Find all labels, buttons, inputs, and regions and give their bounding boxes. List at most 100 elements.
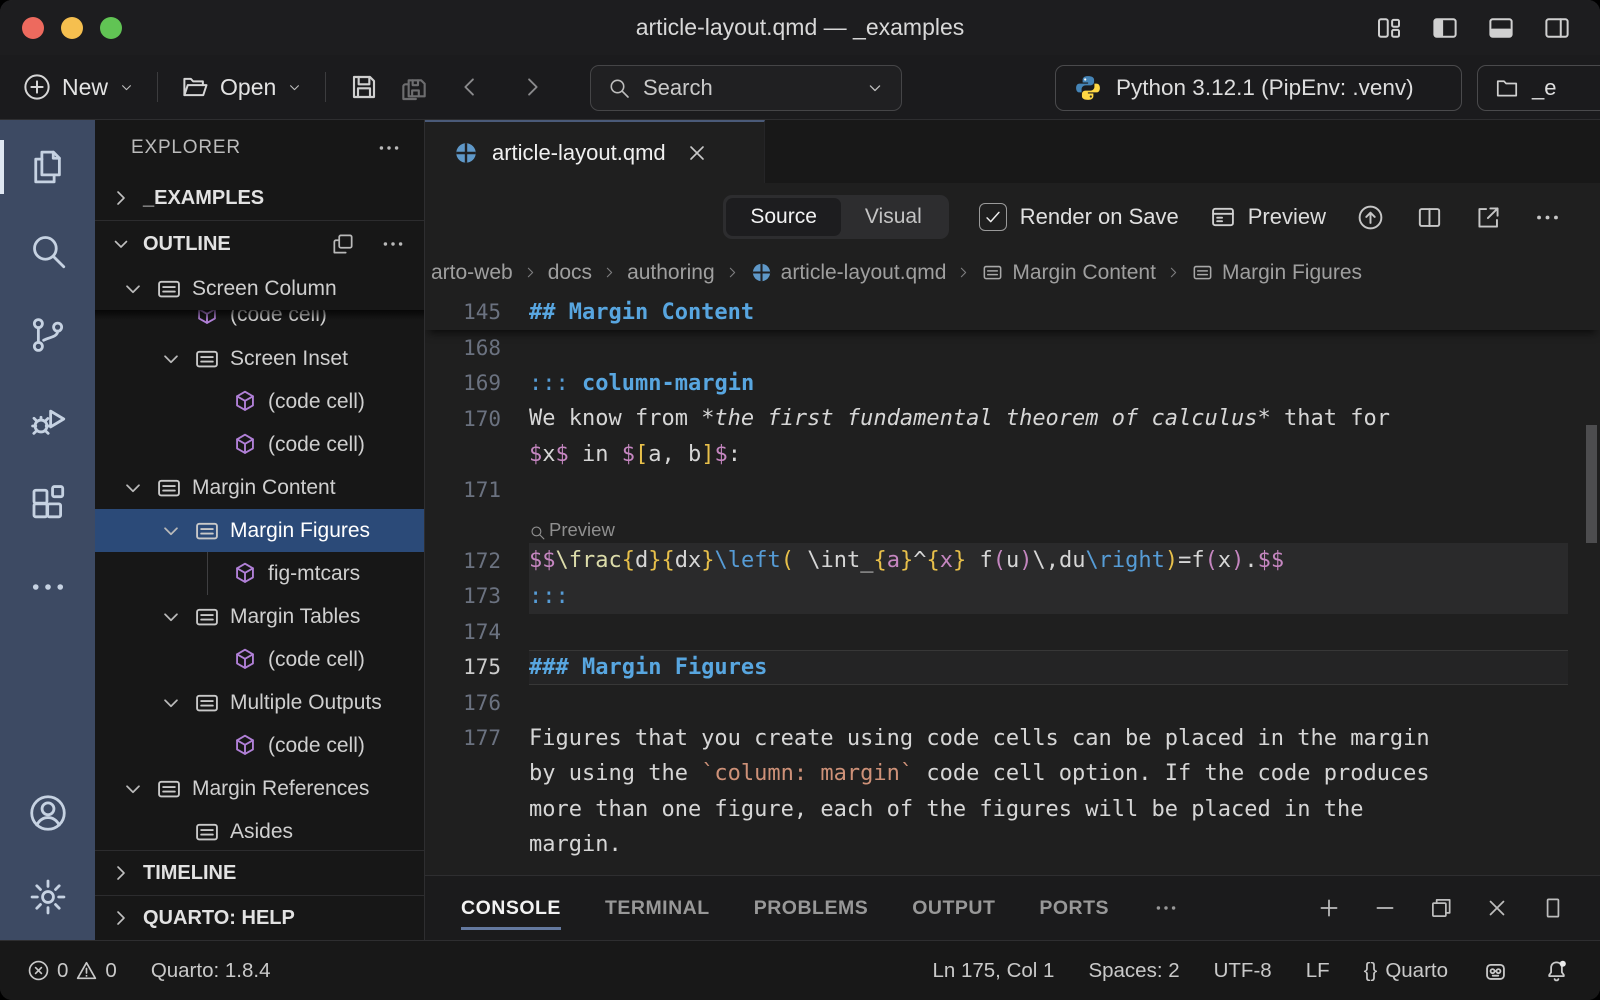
eol-status[interactable]: LF <box>1306 959 1330 983</box>
outline-item-margin-content[interactable]: Margin Content <box>95 466 424 509</box>
editor-scrollbar[interactable] <box>1586 425 1597 543</box>
breadcrumb-label: docs <box>548 261 592 285</box>
extensions-icon[interactable] <box>0 474 95 532</box>
maximize-panel-icon[interactable] <box>1540 895 1566 921</box>
preview-button[interactable]: Preview <box>1209 203 1326 231</box>
notifications-bell-icon[interactable] <box>1543 957 1570 984</box>
close-panel-icon[interactable] <box>1484 895 1510 921</box>
more-actions-icon[interactable] <box>380 231 406 257</box>
panel-tab-problems[interactable]: PROBLEMS <box>754 897 869 920</box>
more-panel-tabs-icon[interactable] <box>1153 895 1179 921</box>
bottom-panel: CONSOLE TERMINAL PROBLEMS OUTPUT PORTS <box>425 875 1600 940</box>
sidebar-item-examples[interactable]: _EXAMPLES <box>95 176 424 220</box>
source-mode-button[interactable]: Source <box>726 198 841 236</box>
breadcrumb-item-authoring[interactable]: authoring <box>627 261 715 285</box>
toggle-secondary-sidebar-icon[interactable] <box>1542 13 1572 43</box>
indentation-label: Spaces: 2 <box>1088 959 1179 983</box>
search-icon[interactable] <box>0 222 95 280</box>
close-tab-icon[interactable] <box>685 141 709 165</box>
preview-label: Preview <box>1248 204 1326 230</box>
outline-item-multiple-outputs[interactable]: Multiple Outputs <box>95 681 424 724</box>
outline-item-margin-references[interactable]: Margin References <box>95 767 424 810</box>
outline-item-code-cell[interactable]: (code cell) <box>95 638 424 681</box>
visual-mode-button[interactable]: Visual <box>841 198 946 236</box>
save-all-icon[interactable] <box>398 71 430 103</box>
assistant-icon[interactable] <box>1482 957 1509 984</box>
panel-tab-output[interactable]: OUTPUT <box>912 897 995 920</box>
panel-tab-ports[interactable]: PORTS <box>1039 897 1109 920</box>
outline-item-label: Margin Figures <box>230 519 370 543</box>
more-actions-icon[interactable] <box>376 135 402 161</box>
breadcrumb-item-margin-content[interactable]: Margin Content <box>981 261 1156 285</box>
new-button[interactable]: New <box>22 72 135 102</box>
forward-icon[interactable] <box>518 73 546 101</box>
interpreter-selector[interactable]: Python 3.12.1 (PipEnv: .venv) <box>1055 65 1462 111</box>
panel-tab-console[interactable]: CONSOLE <box>461 897 561 920</box>
divider <box>325 72 326 102</box>
outline-item-label: Margin References <box>192 777 369 801</box>
account-icon[interactable] <box>0 784 95 842</box>
outline-item-code-cell[interactable]: (code cell) <box>95 310 424 337</box>
open-external-icon[interactable] <box>1474 203 1503 232</box>
minimize-panel-icon[interactable] <box>1372 895 1398 921</box>
encoding-status[interactable]: UTF-8 <box>1214 959 1272 983</box>
problems-status[interactable]: 0 0 <box>26 958 117 983</box>
top-action-bar: New Open Search Python 3.12.1 (PipEnv: .… <box>0 55 1600 120</box>
outline-header[interactable]: OUTLINE <box>95 221 424 267</box>
publish-icon[interactable] <box>1356 203 1385 232</box>
outline-item-label: Screen Inset <box>230 347 348 371</box>
indentation-status[interactable]: Spaces: 2 <box>1088 959 1179 983</box>
source-control-icon[interactable] <box>0 306 95 364</box>
line-content: $x$ in $[a, b]$: <box>529 437 1568 473</box>
line-content: $$\frac{d}{dx}\left( \int_{a}^{x} f(u)\,… <box>529 543 1568 579</box>
outline-item-fig-mtcars[interactable]: fig-mtcars <box>95 552 424 595</box>
toggle-sidebar-icon[interactable] <box>1430 13 1460 43</box>
debug-icon[interactable] <box>0 390 95 448</box>
outline-item-screen-inset[interactable]: Screen Inset <box>95 337 424 380</box>
settings-icon[interactable] <box>0 868 95 926</box>
more-icon[interactable] <box>0 558 95 616</box>
restore-panel-icon[interactable] <box>1428 895 1454 921</box>
outline-item-code-cell[interactable]: (code cell) <box>95 423 424 466</box>
breadcrumb-item-arto-web[interactable]: arto-web <box>431 261 513 285</box>
sidebar-item-timeline[interactable]: TIMELINE <box>95 851 424 895</box>
explorer-header[interactable]: EXPLORER <box>95 120 424 176</box>
outline-item-screen-column[interactable]: Screen Column <box>95 267 424 310</box>
breadcrumb-item-margin-figures[interactable]: Margin Figures <box>1191 261 1362 285</box>
toggle-panel-icon[interactable] <box>1486 13 1516 43</box>
back-icon[interactable] <box>456 73 484 101</box>
save-icon[interactable] <box>348 71 380 103</box>
line-number: 169 <box>425 371 501 395</box>
more-actions-icon[interactable] <box>1533 203 1562 232</box>
outline-item-code-cell[interactable]: (code cell) <box>95 724 424 767</box>
code-lens-preview[interactable]: Preview <box>425 508 1600 544</box>
outline-item-label: (code cell) <box>268 390 365 414</box>
copy-icon[interactable] <box>330 231 356 257</box>
panel-tab-terminal[interactable]: TERMINAL <box>605 897 710 920</box>
breadcrumb-item-article-layout-qmd[interactable]: article-layout.qmd <box>750 261 947 285</box>
language-mode-status[interactable]: {} Quarto <box>1364 959 1448 983</box>
outline-item-asides[interactable]: Asides <box>95 810 424 850</box>
cursor-position-status[interactable]: Ln 175, Col 1 <box>932 959 1054 983</box>
tab-article-layout[interactable]: article-layout.qmd <box>425 120 765 183</box>
customize-layout-icon[interactable] <box>1374 13 1404 43</box>
breadcrumb-item-docs[interactable]: docs <box>548 261 592 285</box>
render-on-save-toggle[interactable]: Render on Save <box>979 203 1179 231</box>
chevron-right-icon <box>522 264 539 281</box>
open-button[interactable]: Open <box>180 72 303 102</box>
search-input[interactable]: Search <box>590 65 902 111</box>
outline-item-margin-tables[interactable]: Margin Tables <box>95 595 424 638</box>
quarto-version-status[interactable]: Quarto: 1.8.4 <box>151 959 271 983</box>
code-line: by using the `column: margin` code cell … <box>425 756 1600 792</box>
breadcrumb-label: article-layout.qmd <box>781 261 947 285</box>
files-icon[interactable] <box>0 138 95 196</box>
outline-item-code-cell[interactable]: (code cell) <box>95 380 424 423</box>
examples-label: _EXAMPLES <box>143 187 264 210</box>
sidebar-item-quarto-help[interactable]: QUARTO: HELP <box>95 896 424 940</box>
new-console-icon[interactable] <box>1316 895 1342 921</box>
line-content: Figures that you create using code cells… <box>529 721 1568 757</box>
outline-tree: Screen Column(code cell)Screen Inset(cod… <box>95 267 424 850</box>
outline-item-margin-figures[interactable]: Margin Figures <box>95 509 424 552</box>
split-editor-icon[interactable] <box>1415 203 1444 232</box>
workspace-button[interactable]: _e <box>1477 65 1600 111</box>
